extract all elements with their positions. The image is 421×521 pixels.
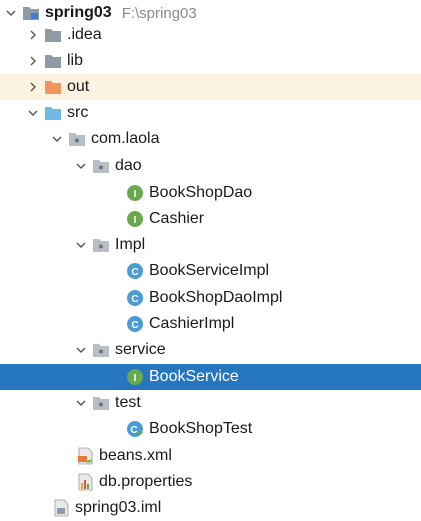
package-icon [92, 157, 110, 175]
folder-label: .idea [67, 26, 102, 43]
tree-row-package-com-laola[interactable]: com.laola [0, 126, 421, 152]
tree-row-bookshoptest[interactable]: C BookShopTest [0, 416, 421, 442]
svg-text:I: I [134, 189, 137, 200]
properties-file-icon [76, 473, 94, 491]
tree-row-lib[interactable]: lib [0, 48, 421, 74]
file-label: spring03.iml [75, 499, 162, 516]
svg-text:C: C [131, 294, 138, 305]
tree-row-package-test[interactable]: test [0, 390, 421, 416]
package-label: test [115, 394, 141, 411]
folder-icon [44, 52, 62, 70]
svg-text:C: C [130, 425, 137, 436]
class-label: BookShopDaoImpl [149, 289, 283, 306]
folder-icon [44, 26, 62, 44]
package-icon [92, 236, 110, 254]
chevron-down-icon[interactable] [74, 159, 88, 173]
tree-row-package-impl[interactable]: Impl [0, 232, 421, 258]
interface-icon: I [126, 184, 144, 202]
tree-row-beans-xml[interactable]: beans.xml [0, 443, 421, 469]
package-label: service [115, 341, 166, 358]
interface-icon: I [126, 210, 144, 228]
svg-text:I: I [134, 373, 137, 384]
tree-row-bookshopdaoimpl[interactable]: C BookShopDaoImpl [0, 285, 421, 311]
interface-icon: I [126, 368, 144, 386]
class-label: BookShopTest [149, 420, 253, 437]
folder-label: out [67, 78, 90, 95]
tree-row-cashierimpl[interactable]: C CashierImpl [0, 311, 421, 337]
runnable-class-icon: C [126, 420, 144, 438]
chevron-right-icon[interactable] [26, 28, 40, 42]
package-icon [92, 394, 110, 412]
tree-row-bookservice-selected[interactable]: I BookService [0, 364, 421, 390]
module-file-icon [52, 499, 70, 517]
chevron-right-icon[interactable] [26, 54, 40, 68]
tree-row-cashier[interactable]: I Cashier [0, 206, 421, 232]
package-label: Impl [115, 236, 146, 253]
chevron-down-icon[interactable] [74, 396, 88, 410]
excluded-folder-icon [44, 78, 62, 96]
class-label: BookServiceImpl [149, 262, 270, 279]
tree-row-db-properties[interactable]: db.properties [0, 469, 421, 495]
tree-row-bookserviceimpl[interactable]: C BookServiceImpl [0, 258, 421, 284]
package-label: com.laola [91, 130, 160, 147]
chevron-down-icon[interactable] [74, 238, 88, 252]
tree-row-bookshopdao[interactable]: I BookShopDao [0, 180, 421, 206]
tree-row-idea[interactable]: .idea [0, 22, 421, 48]
chevron-down-icon[interactable] [50, 132, 64, 146]
spring-xml-file-icon [76, 447, 94, 465]
chevron-down-icon[interactable] [74, 343, 88, 357]
interface-label: BookShopDao [149, 184, 253, 201]
class-icon: C [126, 315, 144, 333]
package-icon [68, 130, 86, 148]
class-icon: C [126, 289, 144, 307]
tree-row-src[interactable]: src [0, 100, 421, 126]
svg-text:I: I [134, 215, 137, 226]
tree-row-package-dao[interactable]: dao [0, 153, 421, 179]
module-folder-icon [22, 4, 40, 22]
chevron-right-icon[interactable] [26, 80, 40, 94]
interface-label: BookService [149, 368, 239, 385]
package-label: dao [115, 157, 142, 174]
class-label: CashierImpl [149, 315, 235, 332]
folder-label: lib [67, 52, 84, 69]
project-path: F:\spring03 [121, 4, 197, 22]
svg-text:C: C [131, 267, 138, 278]
tree-row-package-service[interactable]: service [0, 337, 421, 363]
interface-label: Cashier [149, 210, 205, 227]
tree-row-out[interactable]: out [0, 74, 421, 100]
tree-row-spring03-iml[interactable]: spring03.iml [0, 495, 421, 521]
class-icon: C [126, 262, 144, 280]
svg-text:C: C [131, 320, 138, 331]
package-icon [92, 341, 110, 359]
source-folder-icon [44, 104, 62, 122]
folder-label: src [67, 104, 89, 121]
file-label: beans.xml [99, 447, 172, 464]
chevron-down-icon[interactable] [26, 106, 40, 120]
file-label: db.properties [99, 473, 193, 490]
chevron-down-icon[interactable] [4, 6, 18, 20]
